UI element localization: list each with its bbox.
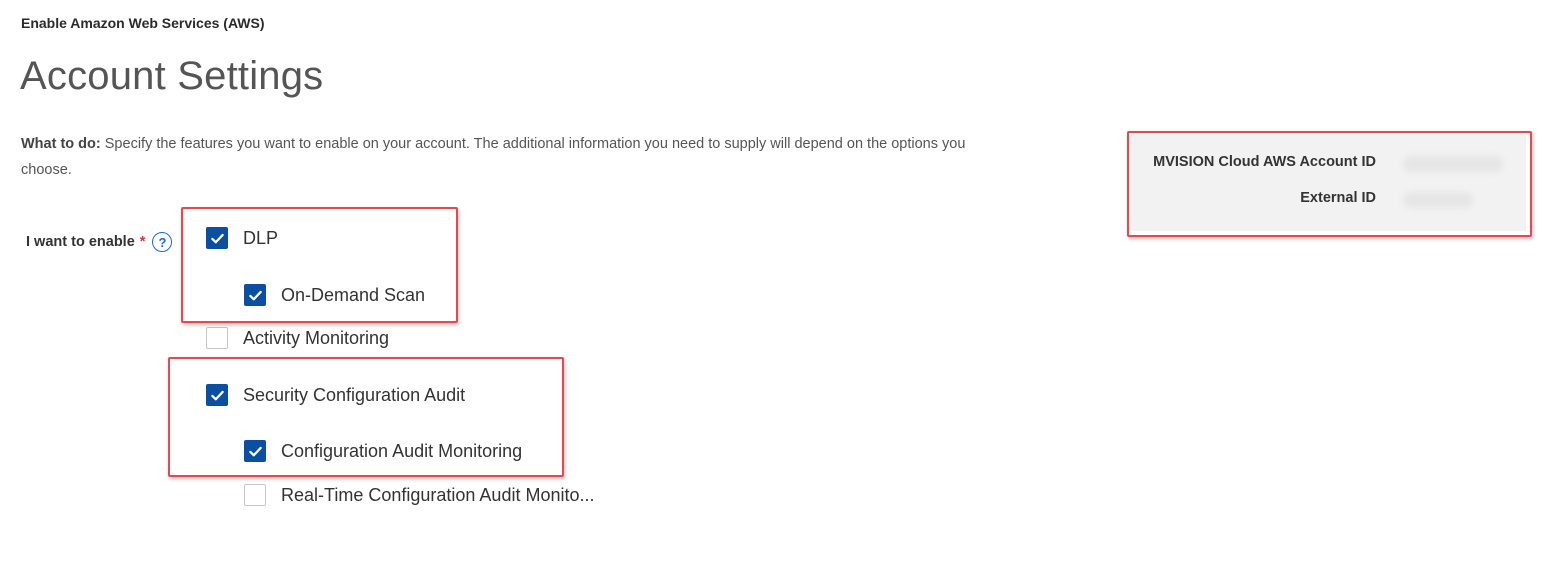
activity-monitoring-label: Activity Monitoring <box>243 327 390 348</box>
required-marker: * <box>139 234 146 250</box>
account-id-value-redacted <box>1403 156 1503 172</box>
option-on-demand-scan[interactable]: On-Demand Scan <box>244 284 425 306</box>
instructions: What to do: Specify the features you wan… <box>21 131 981 183</box>
option-dlp[interactable]: DLP <box>206 227 278 249</box>
option-real-time-configuration-audit[interactable]: Real-Time Configuration Audit Monito... <box>244 484 594 506</box>
check-icon <box>210 233 224 243</box>
check-icon <box>248 290 262 300</box>
aws-account-info-panel: MVISION Cloud AWS Account ID External ID <box>1131 135 1526 231</box>
breadcrumb: Enable Amazon Web Services (AWS) <box>21 15 265 31</box>
real-time-configuration-audit-label: Real-Time Configuration Audit Monito... <box>281 484 595 505</box>
external-id-label: External ID <box>1300 190 1376 206</box>
page-title: Account Settings <box>20 54 324 98</box>
security-configuration-audit-label: Security Configuration Audit <box>243 384 466 405</box>
on-demand-scan-label: On-Demand Scan <box>281 284 426 305</box>
activity-monitoring-checkbox[interactable] <box>206 327 228 349</box>
security-configuration-audit-checkbox[interactable] <box>206 384 228 406</box>
option-configuration-audit-monitoring[interactable]: Configuration Audit Monitoring <box>244 440 522 462</box>
real-time-configuration-audit-checkbox[interactable] <box>244 484 266 506</box>
account-id-label: MVISION Cloud AWS Account ID <box>1153 154 1376 170</box>
help-circle-icon[interactable]: ? <box>152 232 173 252</box>
dlp-checkbox[interactable] <box>206 227 228 249</box>
account-settings-page: Enable Amazon Web Services (AWS) Account… <box>0 0 1568 574</box>
dlp-label: DLP <box>243 227 279 248</box>
check-icon <box>210 390 224 400</box>
enable-field-label: I want to enable * ? <box>26 232 173 252</box>
on-demand-scan-checkbox[interactable] <box>244 284 266 306</box>
configuration-audit-monitoring-checkbox[interactable] <box>244 440 266 462</box>
enable-label-text: I want to enable <box>26 234 135 250</box>
external-id-value-redacted <box>1403 192 1473 208</box>
check-icon <box>248 446 262 456</box>
instructions-text: Specify the features you want to enable … <box>21 136 966 178</box>
option-activity-monitoring[interactable]: Activity Monitoring <box>206 327 389 349</box>
instructions-lead: What to do: <box>21 136 101 152</box>
option-security-configuration-audit[interactable]: Security Configuration Audit <box>206 384 465 406</box>
configuration-audit-monitoring-label: Configuration Audit Monitoring <box>281 440 523 461</box>
